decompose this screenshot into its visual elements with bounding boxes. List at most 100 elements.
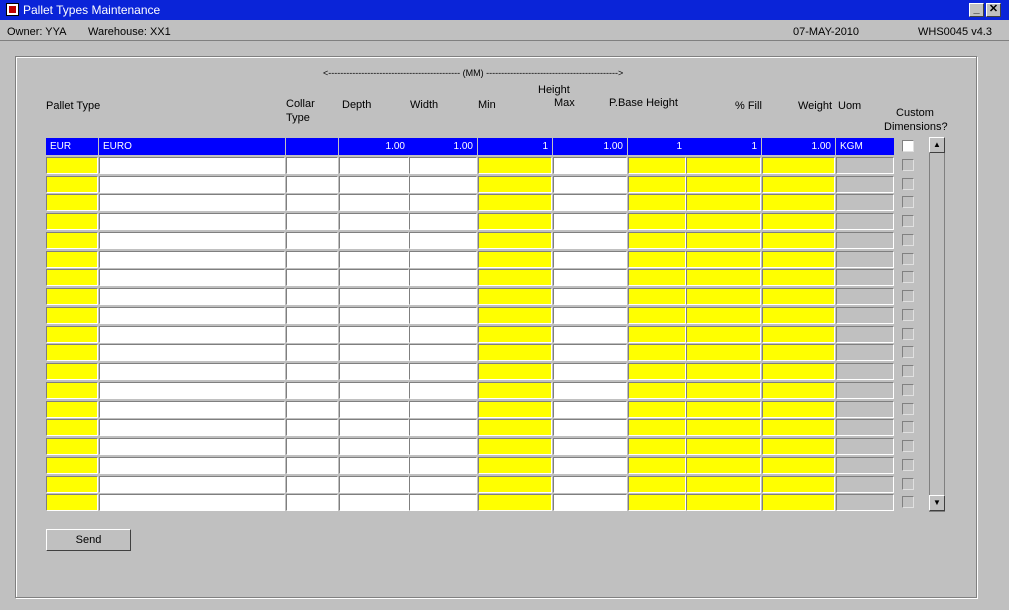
uom-field[interactable]: [836, 269, 894, 286]
weight-field[interactable]: [762, 194, 835, 211]
uom-field[interactable]: [836, 494, 894, 511]
description-field[interactable]: [99, 476, 285, 493]
fill-percent-field[interactable]: [686, 401, 761, 418]
weight-field[interactable]: [762, 157, 835, 174]
fill-percent-field[interactable]: [686, 419, 761, 436]
description-field[interactable]: [99, 382, 285, 399]
pbase-height-field[interactable]: [628, 382, 686, 399]
description-field[interactable]: [99, 326, 285, 343]
height-max-field[interactable]: [553, 157, 627, 174]
custom-dimensions-checkbox[interactable]: [902, 234, 914, 246]
description-field[interactable]: [99, 438, 285, 455]
pbase-height-field[interactable]: [628, 194, 686, 211]
height-min-field[interactable]: [478, 157, 552, 174]
width-field[interactable]: [409, 382, 477, 399]
height-max-field[interactable]: 1.00: [553, 138, 627, 155]
pbase-height-field[interactable]: [628, 307, 686, 324]
fill-percent-field[interactable]: [686, 438, 761, 455]
pbase-height-field[interactable]: [628, 419, 686, 436]
uom-field[interactable]: [836, 288, 894, 305]
uom-field[interactable]: [836, 232, 894, 249]
height-min-field[interactable]: [478, 176, 552, 193]
pbase-height-field[interactable]: [628, 363, 686, 380]
height-min-field[interactable]: [478, 194, 552, 211]
collar-type-field[interactable]: [286, 251, 338, 268]
height-min-field[interactable]: [478, 494, 552, 511]
uom-field[interactable]: [836, 401, 894, 418]
height-min-field[interactable]: [478, 457, 552, 474]
depth-field[interactable]: [339, 344, 409, 361]
height-max-field[interactable]: [553, 401, 627, 418]
depth-field[interactable]: [339, 307, 409, 324]
pallet-type-code-field[interactable]: [46, 194, 98, 211]
width-field[interactable]: 1.00: [409, 138, 477, 155]
collar-type-field[interactable]: [286, 476, 338, 493]
fill-percent-field[interactable]: [686, 476, 761, 493]
custom-dimensions-checkbox[interactable]: [902, 253, 914, 265]
weight-field[interactable]: [762, 476, 835, 493]
description-field[interactable]: [99, 213, 285, 230]
collar-type-field[interactable]: [286, 419, 338, 436]
weight-field[interactable]: [762, 419, 835, 436]
custom-dimensions-checkbox[interactable]: [902, 328, 914, 340]
height-max-field[interactable]: [553, 457, 627, 474]
custom-dimensions-checkbox[interactable]: [902, 421, 914, 433]
uom-field[interactable]: [836, 194, 894, 211]
height-min-field[interactable]: [478, 288, 552, 305]
uom-field[interactable]: [836, 419, 894, 436]
height-min-field[interactable]: [478, 251, 552, 268]
description-field[interactable]: [99, 176, 285, 193]
pbase-height-field[interactable]: [628, 476, 686, 493]
pbase-height-field[interactable]: [628, 176, 686, 193]
custom-dimensions-checkbox[interactable]: [902, 290, 914, 302]
minimize-button[interactable]: _: [969, 3, 984, 17]
height-max-field[interactable]: [553, 251, 627, 268]
fill-percent-field[interactable]: [686, 363, 761, 380]
collar-type-field[interactable]: [286, 344, 338, 361]
height-max-field[interactable]: [553, 213, 627, 230]
depth-field[interactable]: [339, 213, 409, 230]
weight-field[interactable]: [762, 438, 835, 455]
pbase-height-field[interactable]: [628, 457, 686, 474]
height-min-field[interactable]: [478, 419, 552, 436]
depth-field[interactable]: [339, 476, 409, 493]
weight-field[interactable]: [762, 232, 835, 249]
pallet-type-code-field[interactable]: [46, 401, 98, 418]
height-min-field[interactable]: [478, 438, 552, 455]
width-field[interactable]: [409, 476, 477, 493]
pallet-type-code-field[interactable]: EUR: [46, 138, 98, 155]
depth-field[interactable]: [339, 157, 409, 174]
height-max-field[interactable]: [553, 494, 627, 511]
custom-dimensions-checkbox[interactable]: [902, 384, 914, 396]
height-max-field[interactable]: [553, 438, 627, 455]
depth-field[interactable]: [339, 438, 409, 455]
uom-field[interactable]: [836, 213, 894, 230]
custom-dimensions-checkbox[interactable]: [902, 140, 914, 152]
pallet-type-code-field[interactable]: [46, 363, 98, 380]
pbase-height-field[interactable]: [628, 288, 686, 305]
width-field[interactable]: [409, 401, 477, 418]
pbase-height-field[interactable]: [628, 344, 686, 361]
depth-field[interactable]: [339, 363, 409, 380]
collar-type-field[interactable]: [286, 457, 338, 474]
uom-field[interactable]: [836, 326, 894, 343]
weight-field[interactable]: [762, 307, 835, 324]
description-field[interactable]: [99, 401, 285, 418]
fill-percent-field[interactable]: [686, 251, 761, 268]
uom-field[interactable]: KGM: [836, 138, 894, 155]
uom-field[interactable]: [836, 363, 894, 380]
pallet-type-code-field[interactable]: [46, 288, 98, 305]
pallet-type-code-field[interactable]: [46, 232, 98, 249]
uom-field[interactable]: [836, 307, 894, 324]
width-field[interactable]: [409, 176, 477, 193]
width-field[interactable]: [409, 269, 477, 286]
description-field[interactable]: [99, 194, 285, 211]
collar-type-field[interactable]: [286, 382, 338, 399]
pallet-type-code-field[interactable]: [46, 307, 98, 324]
weight-field[interactable]: [762, 269, 835, 286]
uom-field[interactable]: [836, 157, 894, 174]
scroll-down-button[interactable]: ▼: [929, 495, 945, 511]
custom-dimensions-checkbox[interactable]: [902, 178, 914, 190]
scroll-up-button[interactable]: ▲: [929, 137, 945, 153]
pbase-height-field[interactable]: 1: [628, 138, 686, 155]
